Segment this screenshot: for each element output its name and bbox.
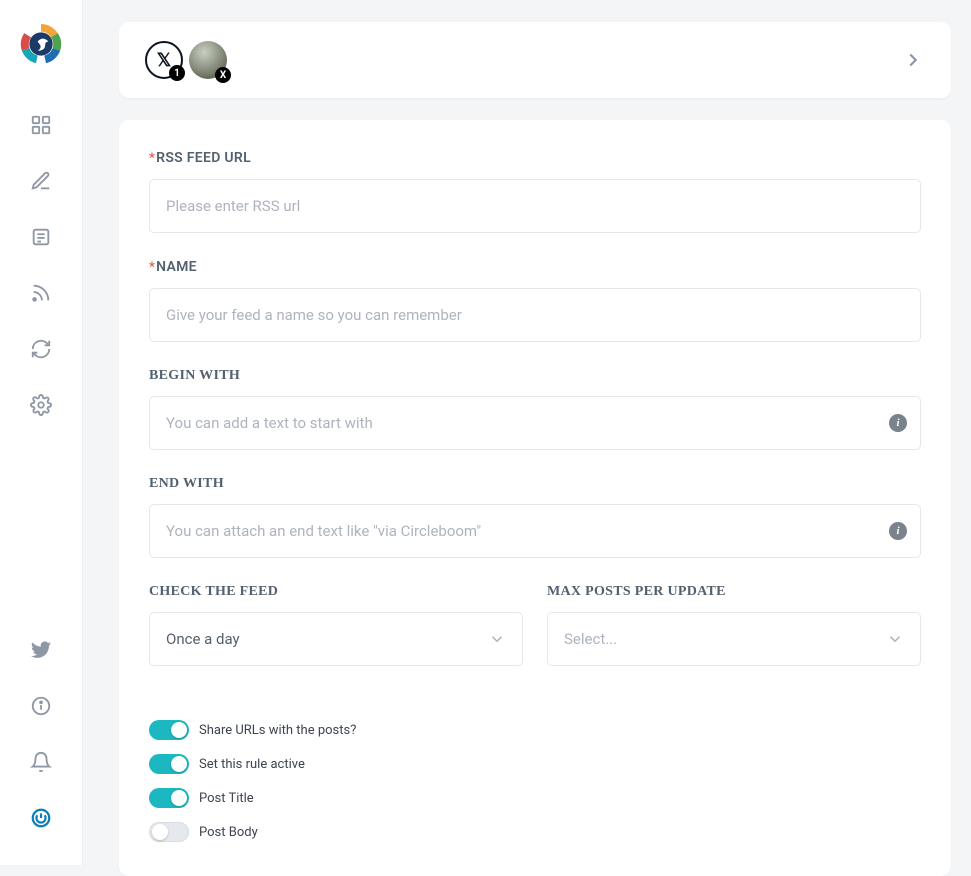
nav-settings[interactable]	[18, 382, 64, 428]
nav-dashboard[interactable]	[18, 102, 64, 148]
rss-feed-form: *RSS FEED URL *NAME BEGIN WITH i END WIT…	[119, 120, 951, 876]
end-with-input[interactable]	[149, 504, 921, 558]
toggle-row-body: Post Body	[149, 822, 921, 842]
nav-compose[interactable]	[18, 158, 64, 204]
circleboom-logo-icon	[16, 19, 66, 69]
toggle-row-share-url: Share URLs with the posts?	[149, 720, 921, 740]
chevron-down-icon	[886, 630, 904, 648]
account-avatar-1[interactable]: 𝕏 1	[145, 41, 183, 79]
info-icon[interactable]: i	[889, 522, 907, 540]
account-avatar-stack[interactable]: 𝕏 1 X	[145, 41, 227, 79]
field-check-feed: CHECK THE FEED Once a day	[149, 584, 523, 666]
field-begin-with: BEGIN WITH i	[149, 368, 921, 450]
field-name: *NAME	[149, 259, 921, 342]
toggle-title[interactable]	[149, 788, 189, 808]
label-end-with: END WITH	[149, 476, 921, 492]
toggle-label-title: Post Title	[199, 791, 254, 806]
sidebar-top	[16, 0, 66, 438]
account-avatar-2[interactable]: X	[189, 41, 227, 79]
rss-url-input[interactable]	[149, 179, 921, 233]
network-x-badge: X	[215, 67, 231, 83]
max-posts-select[interactable]: Select...	[547, 612, 921, 666]
name-input[interactable]	[149, 288, 921, 342]
x-logo-icon: 𝕏	[157, 50, 172, 71]
rss-icon	[30, 282, 52, 304]
begin-with-wrap: i	[149, 396, 921, 450]
row-check-max: CHECK THE FEED Once a day MAX POSTS PER …	[149, 584, 921, 692]
label-rss-url: *RSS FEED URL	[149, 150, 921, 167]
nav-twitter[interactable]	[18, 627, 64, 673]
edit-icon	[30, 170, 52, 192]
max-posts-placeholder: Select...	[564, 630, 617, 648]
field-max-posts: MAX POSTS PER UPDATE Select...	[547, 584, 921, 666]
toggle-knob	[152, 824, 168, 840]
end-with-wrap: i	[149, 504, 921, 558]
field-rss-url: *RSS FEED URL	[149, 150, 921, 233]
label-max-posts: MAX POSTS PER UPDATE	[547, 584, 921, 600]
info-icon	[30, 695, 52, 717]
account-selector-card: 𝕏 1 X	[119, 22, 951, 98]
toggle-share-url[interactable]	[149, 720, 189, 740]
newspaper-icon	[30, 226, 52, 248]
label-name: *NAME	[149, 259, 921, 276]
field-end-with: END WITH i	[149, 476, 921, 558]
sidebar	[0, 0, 83, 865]
check-feed-value: Once a day	[166, 630, 240, 648]
grid-icon	[30, 114, 52, 136]
nav-recycle[interactable]	[18, 326, 64, 372]
nav-help[interactable]	[18, 683, 64, 729]
toggle-row-title: Post Title	[149, 788, 921, 808]
toggle-row-active: Set this rule active	[149, 754, 921, 774]
label-begin-with: BEGIN WITH	[149, 368, 921, 384]
twitter-icon	[30, 639, 52, 661]
toggle-active[interactable]	[149, 754, 189, 774]
required-mark: *	[149, 260, 155, 275]
begin-with-input[interactable]	[149, 396, 921, 450]
chevron-down-icon	[488, 630, 506, 648]
main: 𝕏 1 X *RSS FEED URL *NAME	[83, 0, 971, 865]
check-feed-select[interactable]: Once a day	[149, 612, 523, 666]
toggle-knob	[171, 722, 187, 738]
recycle-icon	[30, 338, 52, 360]
label-check-feed: CHECK THE FEED	[149, 584, 523, 600]
info-icon[interactable]: i	[889, 414, 907, 432]
sidebar-bottom	[18, 627, 64, 851]
nav-rss[interactable]	[18, 270, 64, 316]
account-count-badge: 1	[169, 65, 185, 81]
toggle-label-body: Post Body	[199, 825, 258, 840]
toggles-group: Share URLs with the posts? Set this rule…	[149, 720, 921, 842]
toggle-knob	[171, 790, 187, 806]
toggle-knob	[171, 756, 187, 772]
power-icon	[30, 807, 52, 829]
nav-logout[interactable]	[18, 795, 64, 841]
required-mark: *	[149, 151, 155, 166]
nav-notifications[interactable]	[18, 739, 64, 785]
chevron-right-icon	[902, 49, 924, 71]
toggle-label-share-url: Share URLs with the posts?	[199, 723, 356, 738]
toggle-body[interactable]	[149, 822, 189, 842]
brand-logo[interactable]	[16, 14, 66, 74]
nav-articles[interactable]	[18, 214, 64, 260]
toggle-label-active: Set this rule active	[199, 757, 305, 772]
bell-icon	[30, 751, 52, 773]
expand-accounts-button[interactable]	[897, 44, 929, 76]
gear-icon	[30, 394, 52, 416]
